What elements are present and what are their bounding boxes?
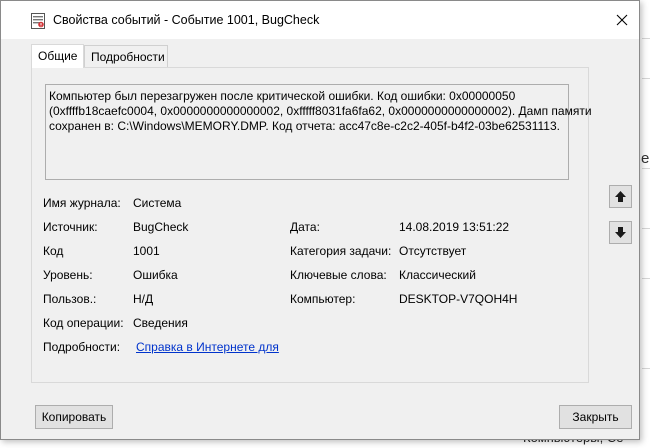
user-label: Пользов.:	[43, 292, 97, 306]
date-label: Дата:	[290, 220, 320, 234]
task-category-value: Отсутствует	[399, 244, 467, 258]
title-bar[interactable]: Свойства событий - Событие 1001, BugChec…	[1, 1, 639, 39]
log-name-value: Система	[133, 196, 182, 210]
event-viewer-icon	[31, 13, 45, 29]
description-line: (0xffffb18caefc0004, 0x0000000000000002,…	[49, 104, 592, 118]
source-label: Источник:	[43, 220, 98, 234]
event-id-label: Код	[43, 244, 64, 258]
keywords-value: Классический	[399, 268, 476, 282]
arrow-down-icon	[615, 227, 626, 238]
background-divider	[642, 368, 650, 369]
keywords-label: Ключевые слова:	[290, 268, 387, 282]
background-divider	[642, 278, 650, 279]
more-info-label: Подробности:	[43, 340, 121, 354]
background-divider	[642, 78, 650, 79]
level-value: Ошибка	[133, 268, 178, 282]
computer-value: DESKTOP-V7QOH4H	[399, 292, 518, 306]
arrow-up-icon	[615, 191, 626, 202]
log-name-label: Имя журнала:	[43, 196, 121, 210]
user-value: Н/Д	[133, 292, 154, 306]
close-window-button[interactable]	[605, 1, 639, 39]
close-button[interactable]: Закрыть	[559, 405, 632, 429]
opcode-label: Код операции:	[43, 316, 124, 330]
background-divider	[642, 228, 650, 229]
background-window-edge	[640, 0, 650, 448]
event-properties-dialog: Свойства событий - Событие 1001, BugChec…	[0, 0, 640, 440]
source-value: BugCheck	[133, 220, 189, 234]
tab-general[interactable]: Общие	[31, 44, 84, 68]
event-id-value: 1001	[133, 244, 160, 258]
online-help-link[interactable]: Справка в Интернете для	[136, 340, 279, 354]
description-line: Компьютер был перезагружен после критиче…	[49, 89, 516, 103]
description-line: сохранен в: C:\Windows\MEMORY.DMP. Код о…	[49, 119, 560, 133]
background-text-fragment: е	[641, 150, 650, 167]
background-divider	[642, 38, 650, 39]
next-event-button[interactable]	[609, 221, 632, 244]
background-divider	[642, 168, 650, 169]
date-value: 14.08.2019 13:51:22	[399, 220, 510, 234]
task-category-label: Категория задачи:	[290, 244, 392, 258]
opcode-value: Сведения	[133, 316, 188, 330]
close-icon	[616, 14, 628, 26]
tab-details[interactable]: Подробности	[84, 45, 168, 67]
previous-event-button[interactable]	[609, 185, 632, 208]
event-description-box[interactable]: Компьютер был перезагружен после критиче…	[45, 84, 592, 180]
level-label: Уровень:	[43, 268, 93, 282]
computer-label: Компьютер:	[290, 292, 356, 306]
window-title: Свойства событий - Событие 1001, BugChec…	[53, 13, 320, 27]
copy-button[interactable]: Копировать	[35, 405, 113, 429]
